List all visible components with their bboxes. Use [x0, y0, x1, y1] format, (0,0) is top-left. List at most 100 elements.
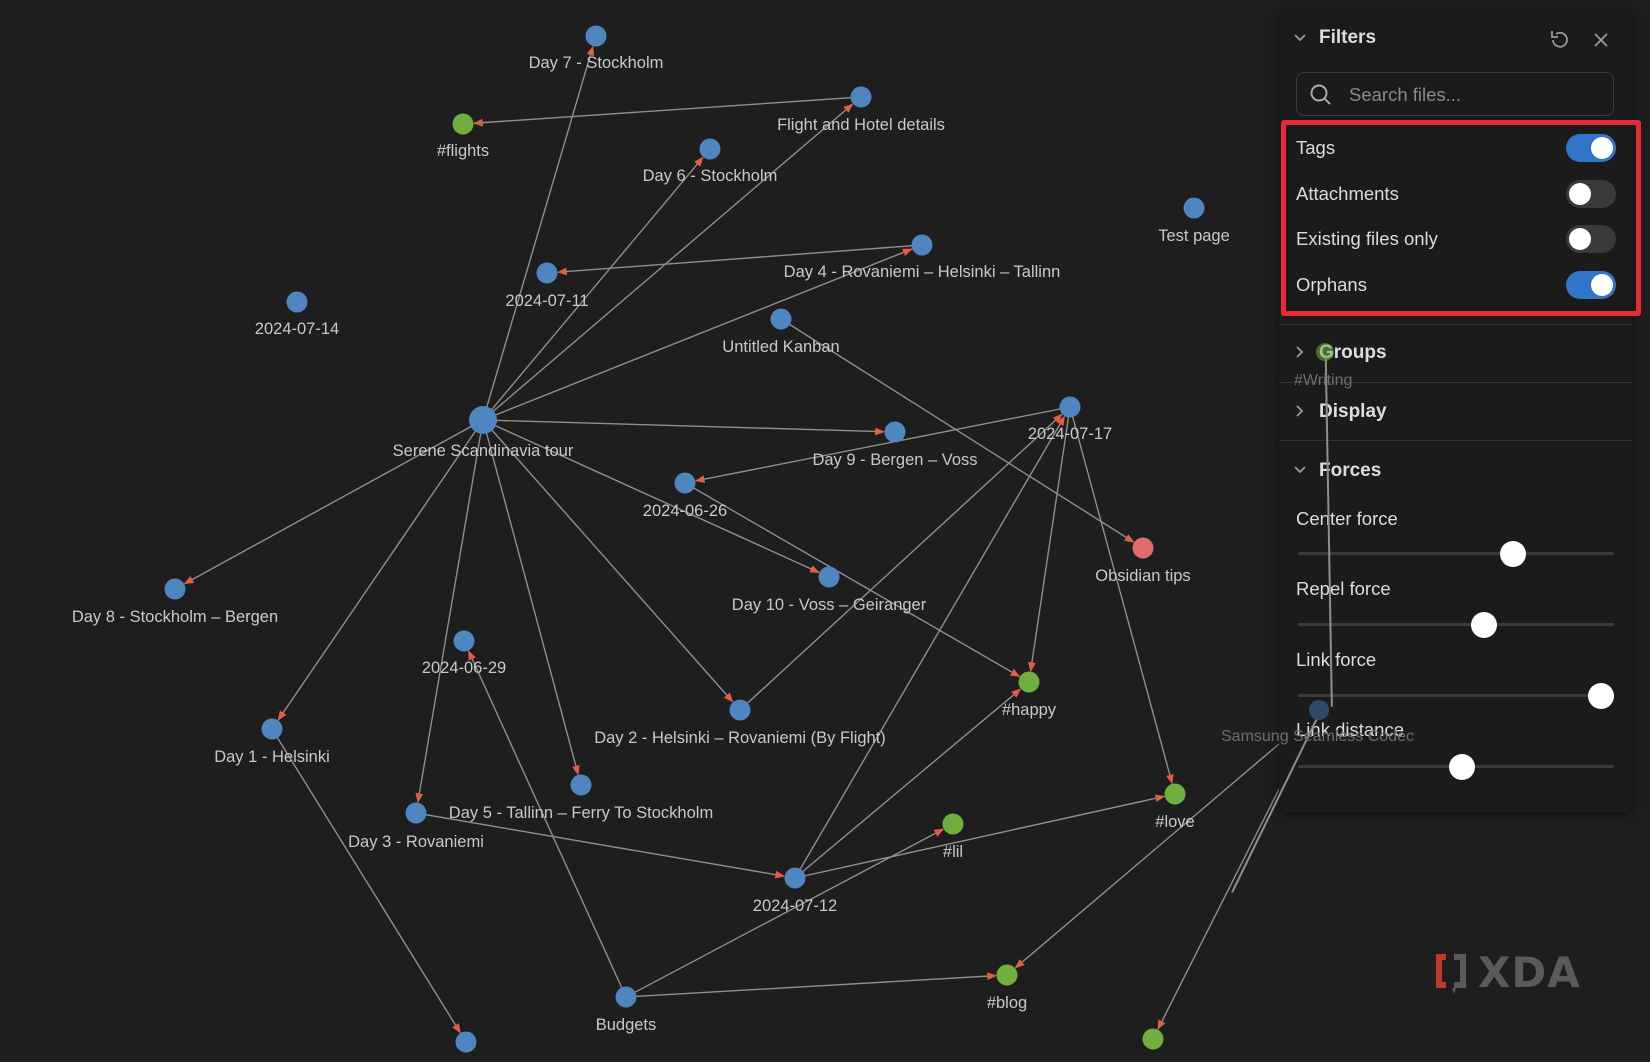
graph-node-serene[interactable] [469, 406, 497, 434]
graph-node-kanban[interactable] [770, 308, 792, 330]
graph-node-label: Day 7 - Stockholm [529, 54, 664, 72]
graph-node-label: Budgets [596, 1016, 657, 1034]
orphans-toggle[interactable] [1566, 271, 1616, 299]
graph-node-label: 2024-07-17 [1028, 425, 1112, 443]
search-files-input[interactable] [1349, 81, 1599, 109]
graph-edge [1014, 709, 1320, 969]
graph-node-label: Flight and Hotel details [777, 116, 945, 134]
graph-edge [1028, 406, 1071, 673]
existing-files-toggle[interactable] [1566, 225, 1616, 253]
graph-node-label: Day 5 - Tallinn – Ferry To Stockholm [449, 804, 713, 822]
graph-node-label: Serene Scandinavia tour [393, 442, 574, 460]
graph-node-label: Day 4 - Rovaniemi – Helsinki – Tallinn [784, 263, 1061, 281]
filter-option-orphans: Orphans [1296, 268, 1616, 302]
graph-node-d0717[interactable] [1059, 396, 1081, 418]
graph-node-label: 2024-06-26 [643, 502, 727, 520]
graph-node-label: Obsidian tips [1095, 567, 1190, 585]
graph-node-label: #happy [1002, 701, 1057, 719]
graph-node-d0712[interactable] [784, 867, 806, 889]
graph-node-blog[interactable] [996, 964, 1018, 986]
graph-node-d0629[interactable] [453, 630, 475, 652]
slider-thumb[interactable] [1588, 683, 1615, 709]
graph-node-label: 2024-07-11 [505, 292, 588, 310]
xda-logo: XDA [1432, 948, 1592, 997]
center-force-slider[interactable] [1298, 541, 1614, 567]
graph-node-stockholm6[interactable] [699, 138, 721, 160]
xda-wordmark: XDA [1478, 948, 1581, 997]
graph-node-day5[interactable] [570, 774, 592, 796]
graph-node-flights[interactable] [452, 113, 474, 135]
filter-option-tags: Tags [1296, 131, 1616, 165]
repel-force-slider[interactable] [1298, 612, 1614, 638]
graph-node-obsidian[interactable] [1132, 537, 1154, 559]
graph-edge [794, 688, 1022, 879]
graph-edge [1069, 406, 1174, 785]
graph-node-day1[interactable] [261, 718, 283, 740]
chevron-down-icon[interactable] [1293, 31, 1307, 45]
graph-edge [415, 419, 484, 804]
attachments-toggle[interactable] [1566, 180, 1616, 208]
graph-node-label: 2024-07-12 [753, 897, 837, 915]
graph-node-day9[interactable] [884, 421, 906, 443]
graph-node-day10[interactable] [818, 566, 840, 588]
graph-edge [694, 406, 1071, 484]
link-distance-slider[interactable] [1298, 754, 1614, 780]
graph-node-d0714[interactable] [286, 291, 308, 313]
filter-option-label: Attachments [1296, 183, 1399, 204]
graph-node-samsung[interactable] [1309, 700, 1329, 720]
divider [1279, 440, 1632, 441]
graph-node-testpage[interactable] [1183, 197, 1205, 219]
graph-node-day3[interactable] [405, 802, 427, 824]
graph-edge [482, 45, 595, 421]
filters-header[interactable]: Filters [1279, 12, 1632, 64]
graph-node-label: Test page [1158, 227, 1230, 245]
filter-option-attachments: Attachments [1296, 177, 1616, 211]
graph-node-happy[interactable] [1018, 671, 1040, 693]
graph-edge [794, 794, 1166, 879]
graph-node-label: Day 2 - Helsinki – Rovaniemi (By Flight) [594, 729, 886, 747]
slider-thumb[interactable] [1449, 754, 1476, 780]
graph-node-d0626[interactable] [674, 472, 696, 494]
reset-icon[interactable] [1547, 27, 1573, 53]
slider-thumb[interactable] [1471, 612, 1498, 638]
graph-edge [271, 728, 461, 1034]
filter-option-existing-files: Existing files only [1296, 222, 1616, 256]
graph-node-stockholm7[interactable] [585, 25, 607, 47]
slider-label: Center force [1296, 508, 1398, 529]
search-icon [1309, 83, 1333, 107]
graph-node-love[interactable] [1164, 783, 1186, 805]
graph-edge [482, 156, 704, 421]
chevron-right-icon[interactable] [1293, 404, 1307, 418]
graph-node-label: Day 3 - Rovaniemi [348, 833, 484, 851]
graph-node-label: #flights [437, 142, 489, 160]
graph-node-bottom1[interactable] [455, 1031, 477, 1053]
chevron-down-icon[interactable] [1293, 463, 1307, 477]
display-section-title[interactable]: Display [1319, 401, 1387, 423]
graph-node-budgets[interactable] [615, 986, 637, 1008]
graph-node-lil[interactable] [942, 813, 964, 835]
filter-option-label: Existing files only [1296, 228, 1438, 249]
graph-node-label: Day 9 - Bergen – Voss [812, 451, 977, 469]
tags-toggle[interactable] [1566, 134, 1616, 162]
graph-node-writing-tag[interactable] [1316, 343, 1334, 361]
graph-node-label: #Writing [1294, 372, 1353, 389]
close-icon[interactable] [1588, 27, 1614, 53]
graph-node-bottom2[interactable] [1142, 1028, 1164, 1050]
chevron-right-icon[interactable] [1293, 345, 1307, 359]
graph-edge [467, 650, 627, 998]
graph-edge [482, 419, 885, 436]
graph-node-flight[interactable] [850, 86, 872, 108]
filter-option-label: Tags [1296, 137, 1336, 158]
graph-node-label: #lil [943, 843, 963, 861]
link-force-slider[interactable] [1298, 683, 1615, 709]
graph-node-day8[interactable] [164, 578, 186, 600]
graph-node-day4[interactable] [911, 234, 933, 256]
search-files-field[interactable] [1296, 72, 1614, 116]
graph-node-day2[interactable] [729, 699, 751, 721]
slider-thumb[interactable] [1499, 541, 1526, 567]
slider-label: Link force [1296, 649, 1377, 670]
divider [1279, 324, 1632, 325]
graph-node-d0711[interactable] [536, 262, 558, 284]
graph-edge [794, 415, 1066, 879]
filters-title: Filters [1319, 27, 1377, 48]
